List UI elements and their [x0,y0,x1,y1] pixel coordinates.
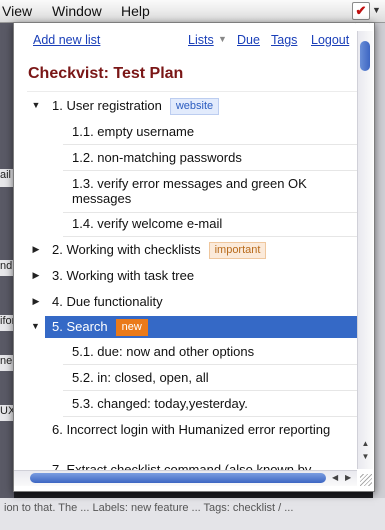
list-item[interactable]: 5.2. in: closed, open, all [27,368,357,388]
item-text: 5.3. changed: today,yesterday. [72,396,248,411]
app-menubar: View Window Help ✔ ▼ [0,0,385,23]
item-text: 1. User registration [52,98,162,113]
collapsed-icon[interactable]: ▶ [31,296,41,307]
checkvist-popup: Add new list Lists ▼ Due Tags Logout Che… [13,22,375,492]
lists-dropdown-icon[interactable]: ▼ [218,34,227,44]
due-link[interactable]: Due [237,33,260,47]
resize-grip-icon[interactable] [360,474,372,486]
bg-snippet: ifor [0,315,14,331]
collapsed-icon[interactable]: ▶ [31,244,41,255]
divider [63,236,357,237]
scroll-down-arrow-icon[interactable]: ▼ [360,452,371,461]
bg-snippet: UX [0,405,14,421]
scroll-left-arrow-icon[interactable]: ◀ [332,473,338,482]
horizontal-scrollbar[interactable]: ◀ ▶ [14,470,357,486]
item-text: 1.2. non-matching passwords [72,150,242,165]
item-text: 5. Search [52,319,108,334]
vertical-scrollbar[interactable]: ▲ ▼ [357,31,373,469]
item-text: 1.3. verify error messages and green OK … [72,176,307,206]
item-text: 5.1. due: now and other options [72,344,255,359]
list-item[interactable]: 5.1. due: now and other options [27,342,357,362]
checkvist-extension-icon[interactable]: ✔ [352,2,370,20]
checklist-title: Checkvist: Test Plan [28,65,184,82]
extension-dropdown-icon[interactable]: ▼ [372,5,381,15]
expanded-icon[interactable]: ▼ [31,100,41,110]
item-text: 1.1. empty username [72,124,195,139]
scroll-right-arrow-icon[interactable]: ▶ [345,473,351,482]
expanded-icon[interactable]: ▼ [31,321,40,331]
bg-bottom-text: ion to that. The ... Labels: new feature… [4,502,294,514]
tag-badge[interactable]: new [115,319,148,336]
item-text: 3. Working with task tree [52,268,195,283]
divider [63,364,357,365]
item-text: 1.4. verify welcome e-mail [72,216,223,231]
add-new-list-link[interactable]: Add new list [33,33,100,47]
list-item[interactable]: 1.4. verify welcome e-mail [27,214,357,234]
menu-window[interactable]: Window [52,3,102,19]
tag-badge[interactable]: website [169,98,220,115]
list-item[interactable]: ▶ 4. Due functionality [27,292,357,312]
bg-snippet: ne f [0,355,14,371]
item-text: 4. Due functionality [52,294,163,309]
scroll-up-arrow-icon[interactable]: ▲ [360,439,371,448]
vertical-scroll-thumb[interactable] [360,41,370,71]
background-window-left: ail nd ifor ne f UX [0,23,14,530]
list-item-selected[interactable]: 5. Search new [45,316,357,338]
divider [63,144,357,145]
list-item[interactable]: 1.1. empty username [27,122,357,142]
lists-link[interactable]: Lists [188,33,214,47]
list-item[interactable]: ▶ 2. Working with checklists important [27,240,357,260]
top-navigation: Add new list Lists ▼ Due Tags Logout [14,23,352,51]
list-item[interactable]: 6. Incorrect login with Humanized error … [27,420,357,456]
horizontal-scroll-thumb[interactable] [30,473,326,483]
list-item[interactable]: ▼ 1. User registration website [27,96,357,116]
item-text: 2. Working with checklists [52,242,201,257]
list-item[interactable]: 5.3. changed: today,yesterday. [27,394,357,414]
divider [63,170,357,171]
list-item[interactable]: 1.3. verify error messages and green OK … [27,174,357,210]
divider [63,390,357,391]
menu-help[interactable]: Help [121,3,150,19]
collapsed-icon[interactable]: ▶ [31,270,41,281]
tags-link[interactable]: Tags [271,33,297,47]
tag-badge[interactable]: important [208,242,267,259]
bg-snippet: nd [0,260,14,276]
list-item[interactable]: ▶ 3. Working with task tree [27,266,357,286]
task-tree: ▼ 1. User registration website 1.1. empty… [27,91,357,484]
divider [63,212,357,213]
item-text: 5.2. in: closed, open, all [72,370,209,385]
bg-snippet: ail [0,169,14,187]
item-text: 6. Incorrect login with Humanized error … [52,422,331,437]
logout-link[interactable]: Logout [311,33,349,47]
menu-view[interactable]: View [2,3,32,19]
background-window-bottom: ion to that. The ... Labels: new feature… [0,498,385,530]
divider [63,416,357,417]
list-item[interactable]: 1.2. non-matching passwords [27,148,357,168]
